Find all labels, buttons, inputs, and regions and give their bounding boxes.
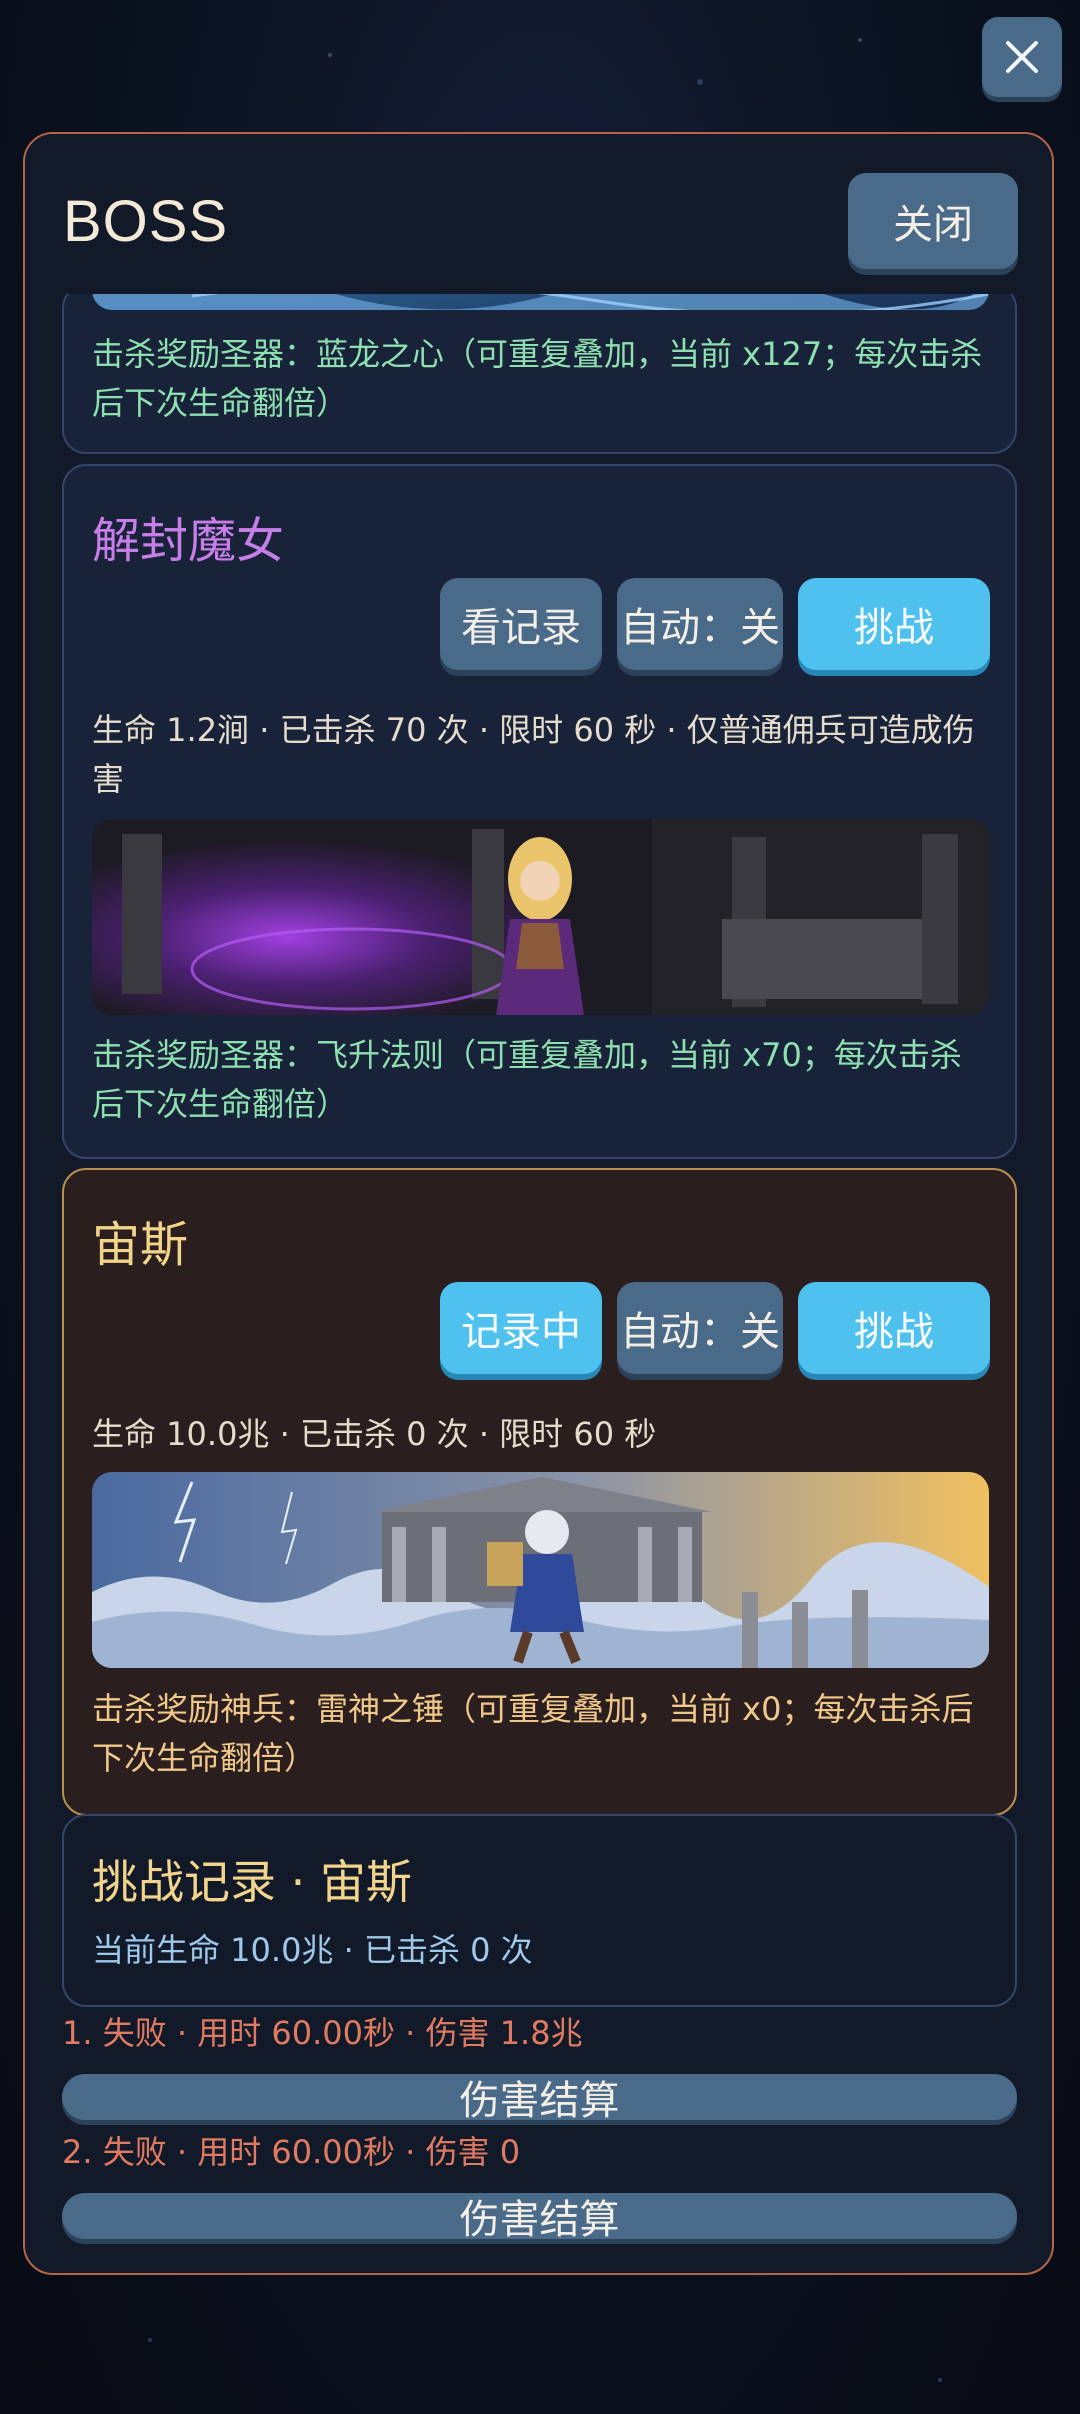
close-icon <box>1006 41 1038 73</box>
modal-header: BOSS 关闭 <box>25 134 1052 294</box>
boss-card-blue-dragon: 击杀奖励圣器：蓝龙之心（可重复叠加，当前 x127；每次击杀后下次生命翻倍） <box>62 134 1017 454</box>
challenge-button[interactable]: 挑战 <box>798 1282 990 1374</box>
boss-name: 宙斯 <box>92 1217 189 1273</box>
boss-reward-text: 击杀奖励神兵：雷神之锤（可重复叠加，当前 x0；每次击杀后下次生命翻倍） <box>92 1690 974 1777</box>
boss-info: 生命 1.2涧 · 已击杀 70 次 · 限时 60 秒 · 仅普通佣兵可造成伤… <box>92 711 975 798</box>
boss-banner-witch <box>92 819 989 1015</box>
challenge-log-subtitle: 当前生命 10.0兆 · 已击杀 0 次 <box>92 1931 533 1969</box>
close-button[interactable]: 关闭 <box>848 173 1018 269</box>
close-overlay-button[interactable] <box>982 17 1062 97</box>
view-record-button[interactable]: 看记录 <box>440 578 602 670</box>
auto-toggle-button[interactable]: 自动：关 <box>617 1282 783 1374</box>
recording-button[interactable]: 记录中 <box>440 1282 602 1374</box>
boss-info: 生命 10.0兆 · 已击杀 0 次 · 限时 60 秒 <box>92 1415 657 1453</box>
challenge-button[interactable]: 挑战 <box>798 578 990 670</box>
boss-card-zeus: 宙斯 记录中 自动：关 挑战 生命 10.0兆 · 已击杀 0 次 · 限时 6… <box>62 1168 1017 1816</box>
damage-settle-button-2[interactable]: 伤害结算 <box>62 2193 1017 2243</box>
challenge-log-card: 挑战记录 · 宙斯 当前生命 10.0兆 · 已击杀 0 次 <box>62 1814 1017 2007</box>
boss-card-witch: 解封魔女 看记录 自动：关 挑战 生命 1.2涧 · 已击杀 70 次 · 限时… <box>62 464 1017 1159</box>
record-entry-1: 1. 失败 · 用时 60.00秒 · 伤害 1.8兆 <box>62 2014 583 2052</box>
challenge-log-title: 挑战记录 · 宙斯 <box>92 1855 412 1909</box>
record-entry-2: 2. 失败 · 用时 60.00秒 · 伤害 0 <box>62 2133 521 2171</box>
boss-reward-text: 击杀奖励圣器：蓝龙之心（可重复叠加，当前 x127；每次击杀后下次生命翻倍） <box>92 335 983 422</box>
damage-settle-button-1[interactable]: 伤害结算 <box>62 2074 1017 2124</box>
modal-title: BOSS <box>63 189 229 254</box>
boss-name: 解封魔女 <box>92 513 285 569</box>
boss-reward-text: 击杀奖励圣器：飞升法则（可重复叠加，当前 x70；每次击杀后下次生命翻倍） <box>92 1036 962 1123</box>
boss-banner-zeus <box>92 1472 989 1668</box>
auto-toggle-button[interactable]: 自动：关 <box>617 578 783 670</box>
boss-modal: 击杀奖励圣器：蓝龙之心（可重复叠加，当前 x127；每次击杀后下次生命翻倍） 解… <box>23 132 1054 2275</box>
